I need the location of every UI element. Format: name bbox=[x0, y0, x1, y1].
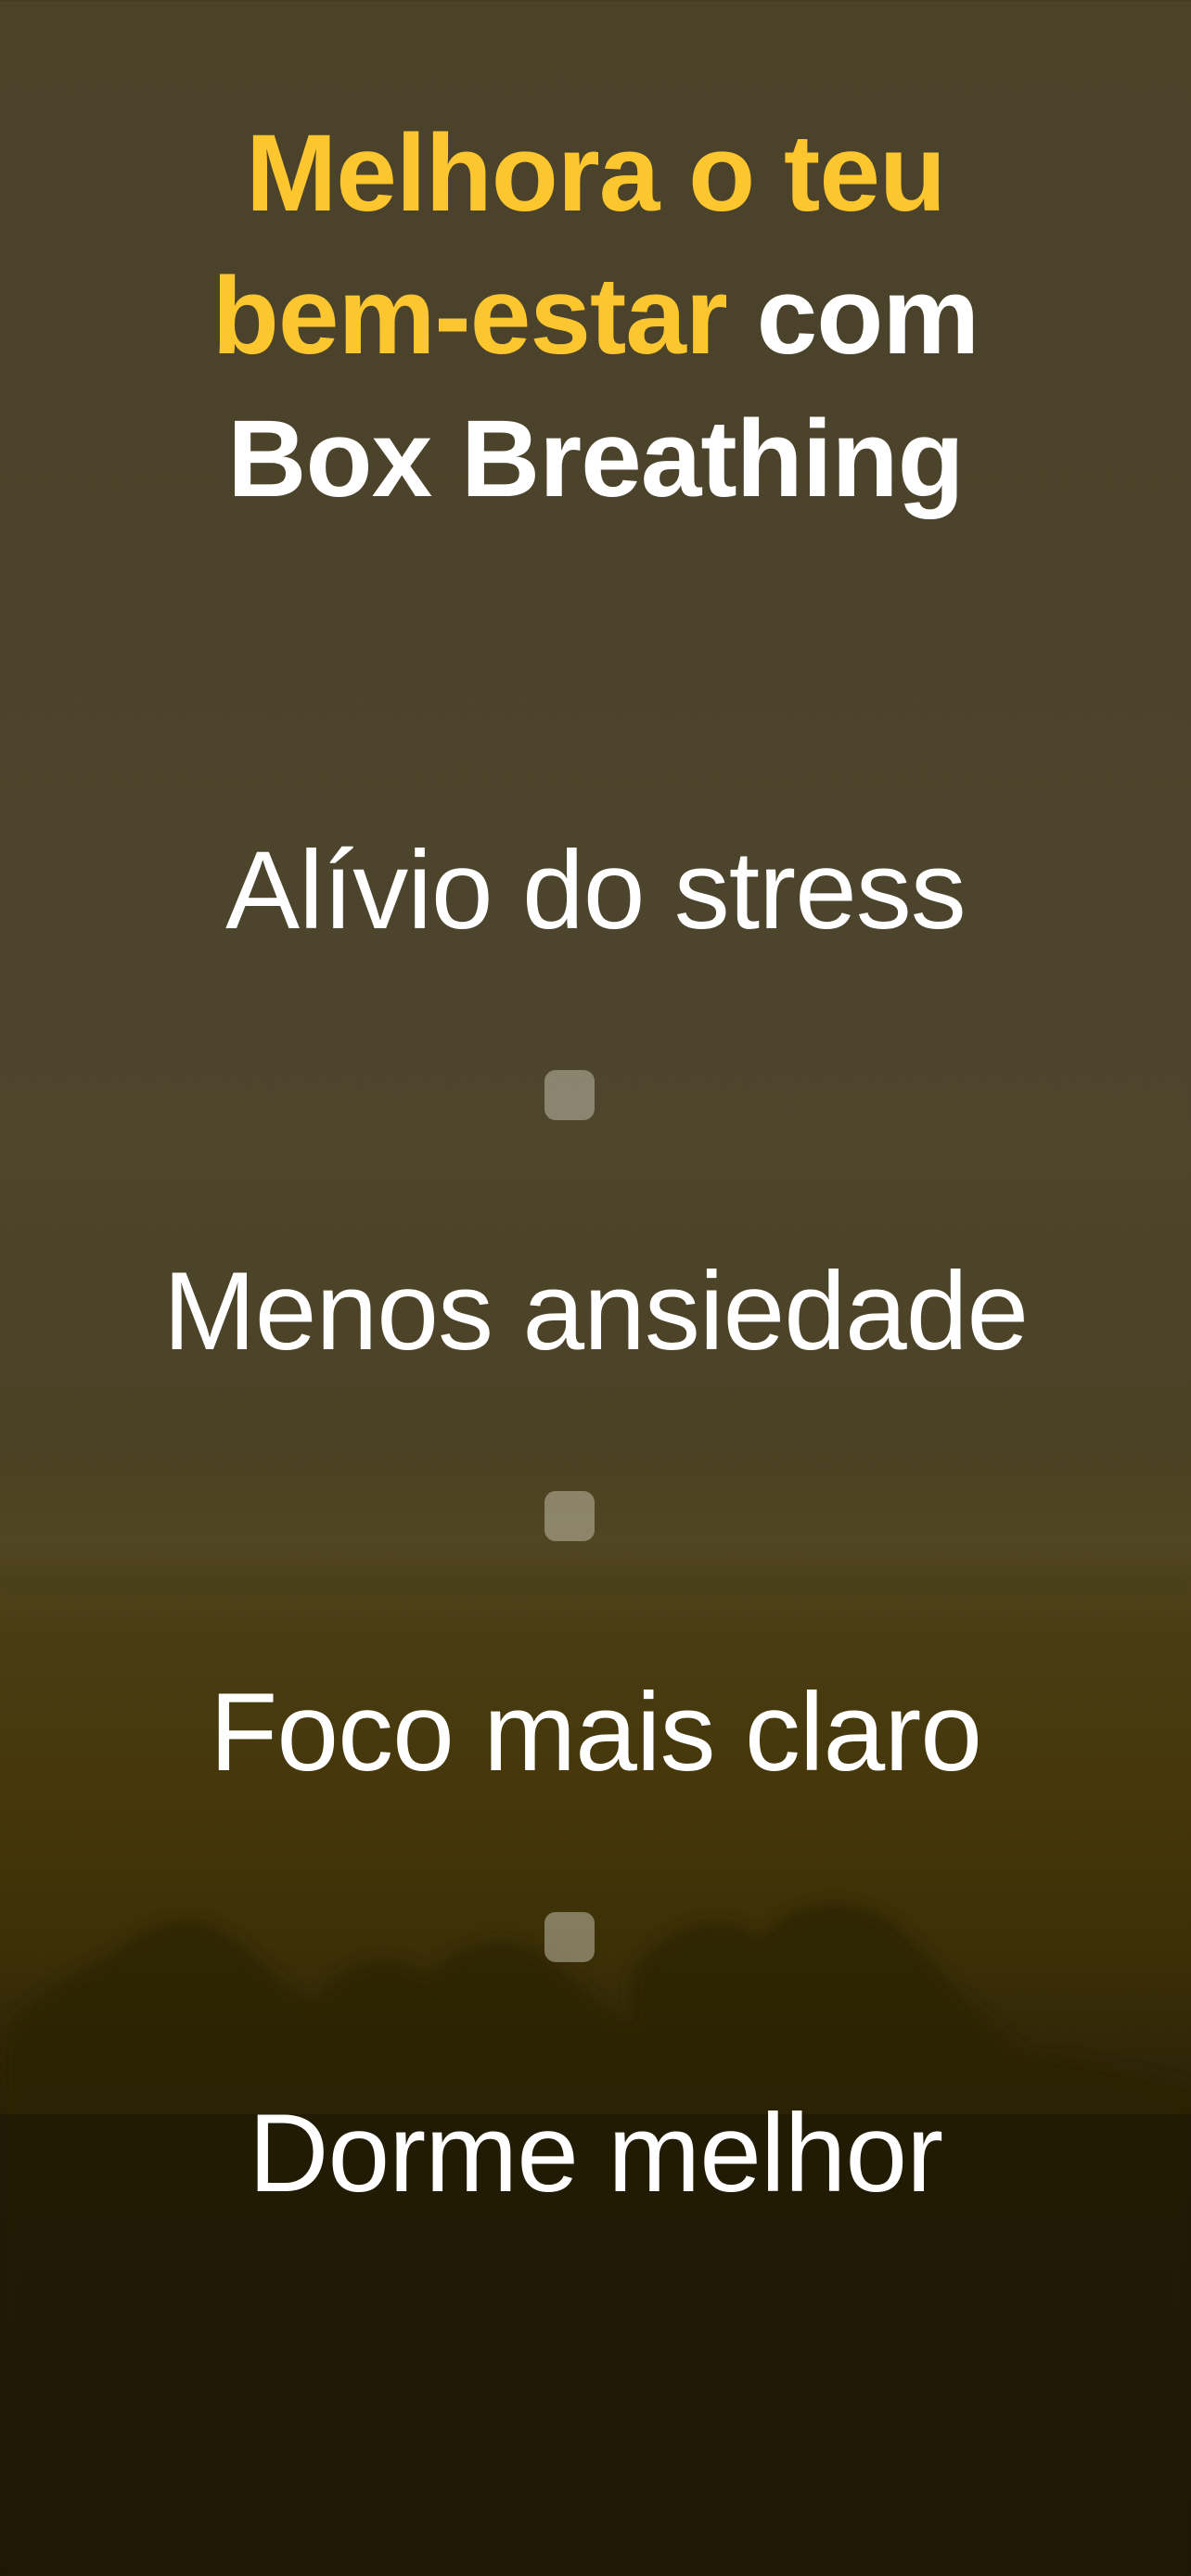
headline-line-1: Melhora o teu bbox=[245, 112, 946, 235]
headline-accent-word: bem-estar bbox=[211, 255, 728, 377]
headline-line-3: Box Breathing bbox=[227, 398, 964, 520]
benefit-clearer-focus: Foco mais claro bbox=[210, 1670, 982, 1794]
horizon-line bbox=[0, 1576, 1191, 1589]
benefit-stress-relief: Alívio do stress bbox=[225, 828, 967, 952]
separator-dot bbox=[544, 1912, 595, 1962]
sky-haze bbox=[0, 1447, 1191, 1632]
separator-dot bbox=[544, 1070, 595, 1120]
benefit-better-sleep: Dorme melhor bbox=[248, 2091, 943, 2215]
benefit-less-anxiety: Menos ansiedade bbox=[162, 1249, 1029, 1373]
headline-line-2: bem-estar com bbox=[0, 245, 1191, 388]
headline-connector: com bbox=[726, 255, 980, 377]
headline: Melhora o teu bem-estar com Box Breathin… bbox=[0, 102, 1191, 530]
separator-dot bbox=[544, 1491, 595, 1541]
